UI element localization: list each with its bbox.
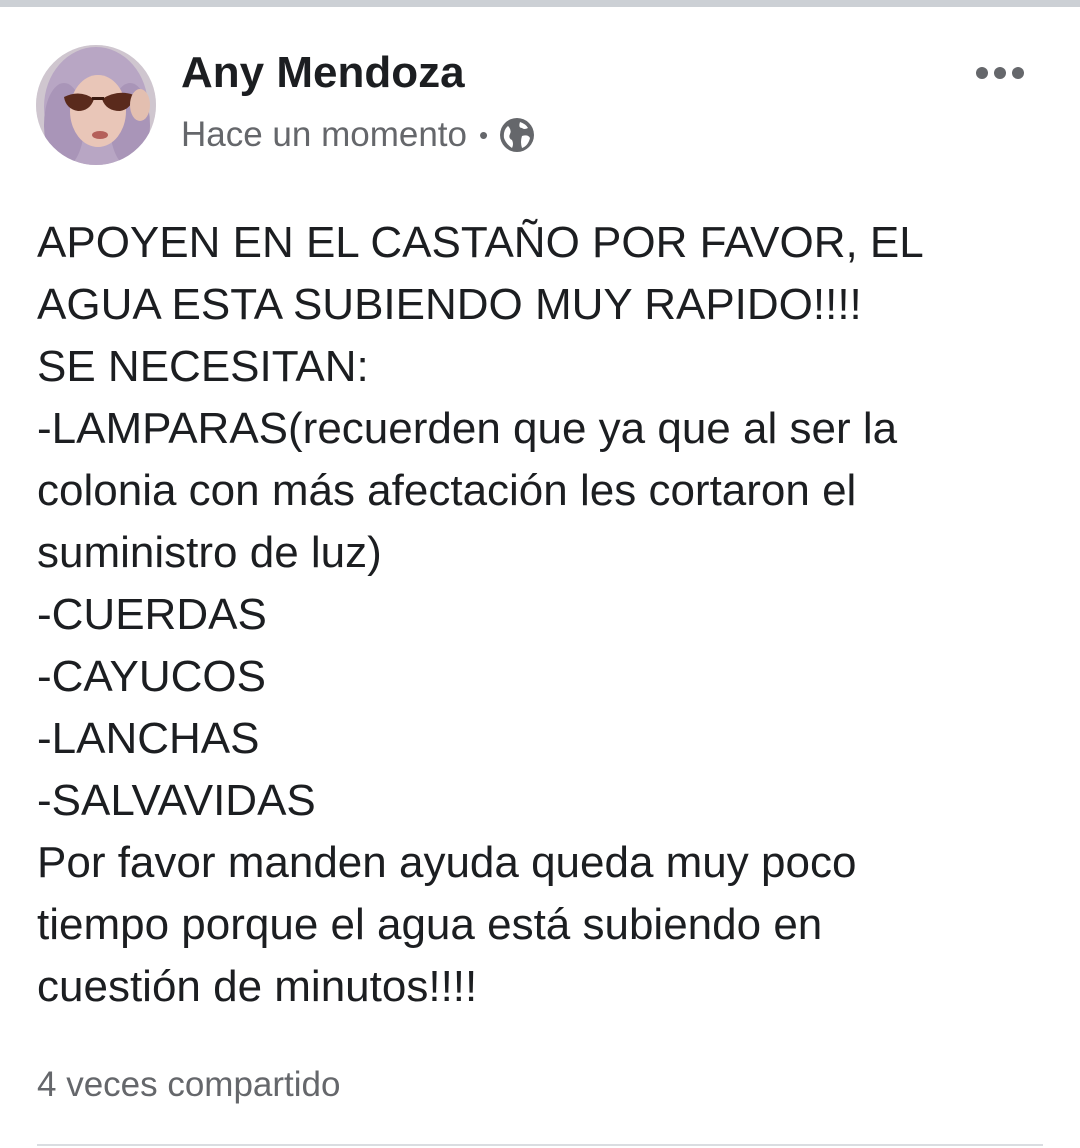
more-options-button[interactable]	[968, 51, 1032, 95]
post-meta: Hace un momento •	[181, 112, 536, 158]
post-text-line: -SALVAVIDAS	[37, 776, 316, 825]
share-count[interactable]: 4 veces compartido	[37, 1062, 340, 1108]
post-text-line: SE NECESITAN:	[37, 342, 369, 391]
post-text-line: -CAYUCOS	[37, 652, 266, 701]
top-separator-bar	[0, 0, 1080, 7]
post-text-line: Por favor manden ayuda queda muy poco	[37, 838, 857, 887]
post-timestamp[interactable]: Hace un momento	[181, 115, 467, 155]
more-horizontal-icon	[976, 67, 1024, 79]
meta-separator: •	[478, 120, 489, 150]
divider	[37, 1144, 1043, 1146]
post-body: APOYEN EN EL CASTAÑO POR FAVOR, EL AGUA …	[37, 212, 1037, 1018]
post-text-line: tiempo porque el agua está subiendo en	[37, 900, 823, 949]
post-text-line: -CUERDAS	[37, 590, 267, 639]
post-text-line: -LANCHAS	[37, 714, 260, 763]
globe-icon[interactable]	[498, 116, 536, 154]
post-text-line: -LAMPARAS(recuerden que ya que al ser la	[37, 404, 898, 453]
avatar-image	[36, 45, 156, 165]
post-text-line: suministro de luz)	[37, 528, 382, 577]
post-card: Any Mendoza Hace un momento • APOYEN EN …	[0, 7, 1080, 1148]
avatar[interactable]	[36, 45, 156, 165]
post-text-line: AGUA ESTA SUBIENDO MUY RAPIDO!!!!	[37, 280, 862, 329]
post-text-line: APOYEN EN EL CASTAÑO POR FAVOR, EL	[37, 218, 924, 267]
post-text-line: cuestión de minutos!!!!	[37, 962, 478, 1011]
post-text-line: colonia con más afectación les cortaron …	[37, 466, 857, 515]
author-name[interactable]: Any Mendoza	[181, 47, 465, 99]
